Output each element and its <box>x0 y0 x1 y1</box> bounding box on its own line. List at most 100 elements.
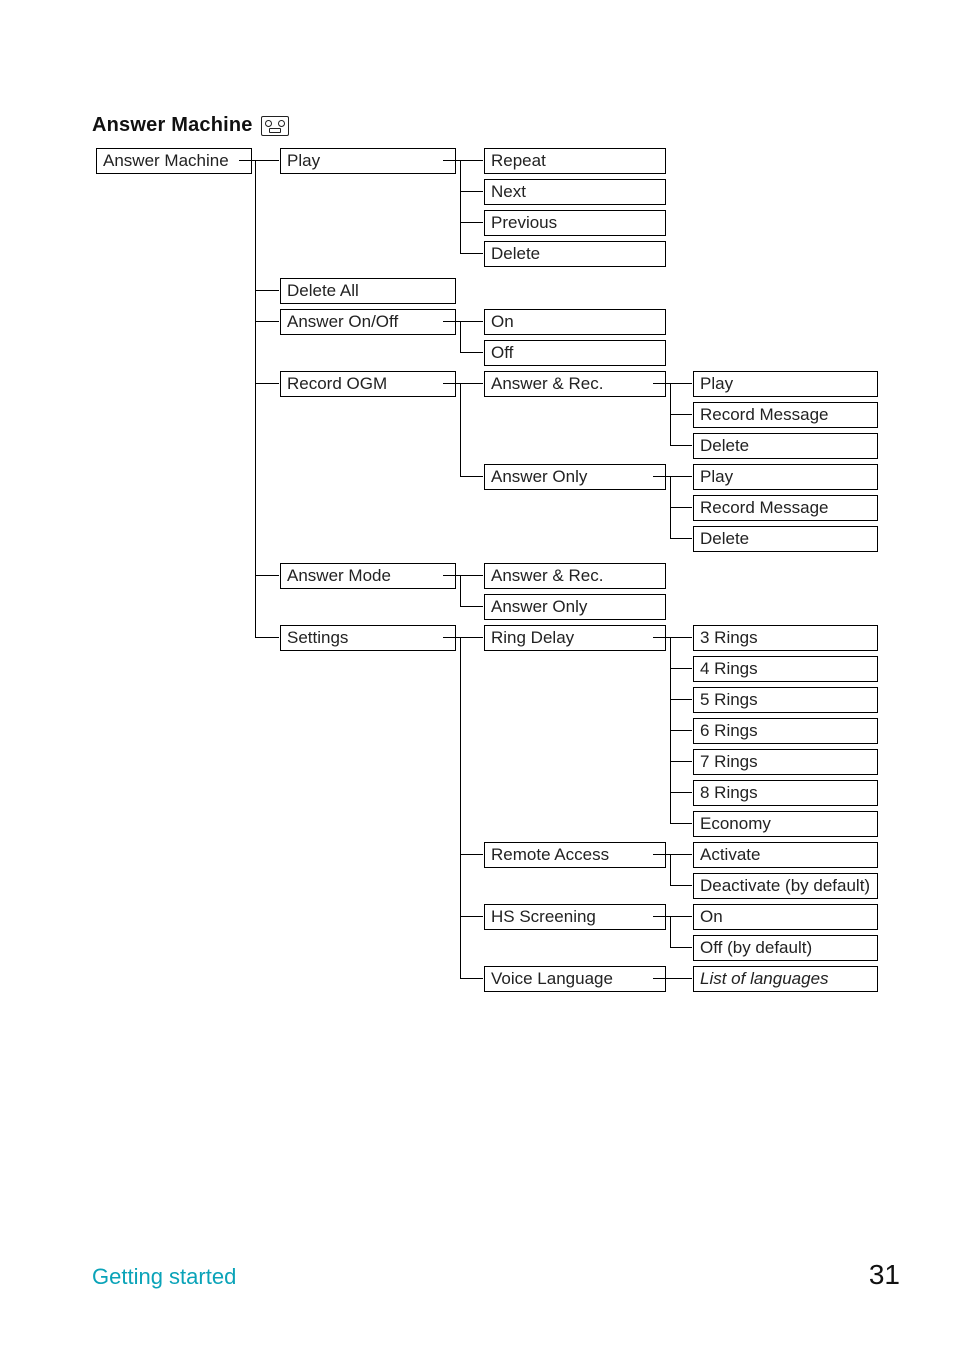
connector <box>460 575 461 606</box>
menu-record-ogm: Record OGM <box>280 371 456 397</box>
connector <box>443 160 460 161</box>
connector <box>255 564 256 637</box>
menu-play-delete: Delete <box>484 241 666 267</box>
connector <box>670 507 692 508</box>
remote-activate: Activate <box>693 842 878 868</box>
connector <box>460 160 483 161</box>
hs-on: On <box>693 904 878 930</box>
connector <box>460 476 483 477</box>
connector <box>670 947 692 948</box>
connector <box>460 854 483 855</box>
answering-machine-icon <box>261 116 289 136</box>
connector <box>653 383 670 384</box>
menu-remote-access: Remote Access <box>484 842 666 868</box>
menu-hs-screening: HS Screening <box>484 904 666 930</box>
connector <box>670 637 692 638</box>
connector <box>670 885 692 886</box>
menu-play-repeat: Repeat <box>484 148 666 174</box>
menu-rec-aonly-recordmsg: Record Message <box>693 495 878 521</box>
rings-4: 4 Rings <box>693 656 878 682</box>
connector <box>443 637 460 638</box>
page: Answer Machine Answer Machine Play Repea… <box>0 0 954 1353</box>
connector <box>670 916 692 917</box>
rings-7: 7 Rings <box>693 749 878 775</box>
connector <box>460 606 483 607</box>
connector <box>443 383 460 384</box>
connector <box>255 160 279 161</box>
connector <box>670 916 671 947</box>
connector <box>255 321 279 322</box>
connector <box>460 191 483 192</box>
menu-rec-arec-recordmsg: Record Message <box>693 402 878 428</box>
connector <box>460 222 483 223</box>
menu-root: Answer Machine <box>96 148 252 174</box>
hs-off: Off (by default) <box>693 935 878 961</box>
footer-page-number: 31 <box>869 1259 900 1291</box>
menu-rec-aonly-delete: Delete <box>693 526 878 552</box>
rings-3: 3 Rings <box>693 625 878 651</box>
connector <box>653 916 670 917</box>
connector <box>255 637 279 638</box>
connector <box>460 947 461 978</box>
menu-rec-arec-play: Play <box>693 371 878 397</box>
connector <box>443 575 460 576</box>
connector <box>460 352 483 353</box>
menu-delete-all: Delete All <box>280 278 456 304</box>
connector <box>670 668 692 669</box>
menu-amode-answer-rec: Answer & Rec. <box>484 563 666 589</box>
footer-section: Getting started <box>92 1264 236 1290</box>
rings-economy: Economy <box>693 811 878 837</box>
connector <box>239 160 255 161</box>
rings-6: 6 Rings <box>693 718 878 744</box>
menu-settings: Settings <box>280 625 456 651</box>
menu-rec-aonly-play: Play <box>693 464 878 490</box>
section-title: Answer Machine <box>92 114 289 137</box>
connector <box>460 321 483 322</box>
connector <box>670 445 692 446</box>
menu-record-answer-only: Answer Only <box>484 464 666 490</box>
connector <box>670 383 692 384</box>
connector <box>255 290 279 291</box>
connector <box>670 854 692 855</box>
menu-amode-answer-only: Answer Only <box>484 594 666 620</box>
connector <box>460 575 483 576</box>
menu-play: Play <box>280 148 456 174</box>
connector <box>653 854 670 855</box>
connector <box>460 321 461 352</box>
connector <box>653 978 692 979</box>
connector <box>670 854 671 885</box>
menu-record-answer-rec: Answer & Rec. <box>484 371 666 397</box>
remote-deactivate: Deactivate (by default) <box>693 873 878 899</box>
connector <box>653 637 670 638</box>
menu-ring-delay: Ring Delay <box>484 625 666 651</box>
connector <box>670 414 692 415</box>
rings-5: 5 Rings <box>693 687 878 713</box>
connector <box>255 383 279 384</box>
connector <box>670 823 692 824</box>
connector <box>460 253 483 254</box>
connector <box>443 321 460 322</box>
menu-play-next: Next <box>484 179 666 205</box>
connector <box>670 476 692 477</box>
connector <box>255 160 256 564</box>
connector <box>670 792 692 793</box>
menu-rec-arec-delete: Delete <box>693 433 878 459</box>
connector <box>653 476 670 477</box>
menu-answer-off: Off <box>484 340 666 366</box>
connector <box>670 730 692 731</box>
connector <box>255 575 279 576</box>
connector <box>460 916 483 917</box>
menu-answer-onoff: Answer On/Off <box>280 309 456 335</box>
connector <box>460 383 461 476</box>
page-footer: Getting started 31 <box>92 1259 900 1291</box>
connector <box>460 637 461 947</box>
title-text: Answer Machine <box>92 114 253 137</box>
rings-8: 8 Rings <box>693 780 878 806</box>
connector <box>460 978 483 979</box>
voice-language-list: List of languages <box>693 966 878 992</box>
menu-answer-on: On <box>484 309 666 335</box>
menu-play-previous: Previous <box>484 210 666 236</box>
connector <box>460 160 461 253</box>
menu-answer-mode: Answer Mode <box>280 563 456 589</box>
connector <box>460 637 483 638</box>
